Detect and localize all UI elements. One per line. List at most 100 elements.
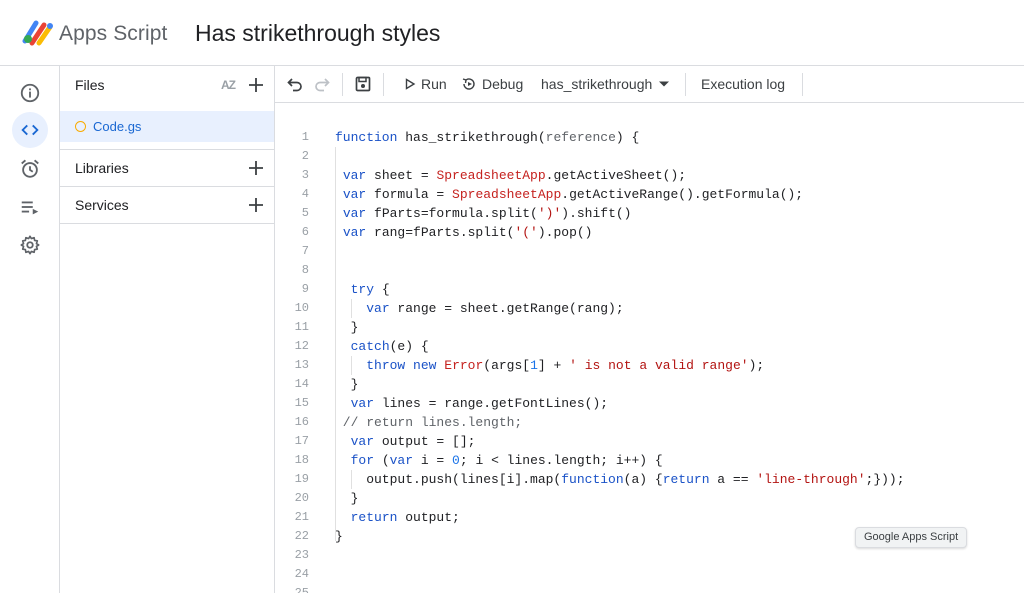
executions-icon <box>21 201 39 215</box>
app-header: Apps Script Has strikethrough styles <box>0 0 1024 66</box>
code-text: return output; <box>350 510 460 525</box>
toolbar-separator <box>342 73 343 96</box>
save-icon[interactable] <box>354 75 372 93</box>
code-line[interactable]: 13 throw new Error(args[1] + ' is not a … <box>275 356 1024 375</box>
line-number: 21 <box>294 510 309 524</box>
run-label: Run <box>421 76 447 92</box>
function-select-value: has_strikethrough <box>541 76 653 92</box>
libraries-section[interactable]: Libraries <box>60 149 275 186</box>
alarm-clock-icon <box>21 159 39 178</box>
apps-script-logo-icon[interactable] <box>22 19 54 47</box>
code-line[interactable]: 7 <box>275 242 1024 261</box>
line-number: 15 <box>294 396 309 410</box>
code-text: var output = []; <box>350 434 476 449</box>
code-line[interactable]: 4 var formula = SpreadsheetApp.getActive… <box>275 185 1024 204</box>
file-item-code-gs[interactable]: Code.gs <box>60 111 274 142</box>
line-number: 9 <box>301 282 309 296</box>
code-line[interactable]: 23 <box>275 546 1024 565</box>
line-number: 18 <box>294 453 309 467</box>
dropdown-arrow-icon <box>659 81 670 87</box>
tooltip: Google Apps Script <box>855 527 968 548</box>
code-line[interactable]: 6 var rang=fParts.split('(').pop() <box>275 223 1024 242</box>
line-number: 23 <box>294 548 309 562</box>
line-number: 1 <box>301 130 309 144</box>
undo-icon[interactable] <box>286 75 304 93</box>
code-line[interactable]: 25 <box>275 584 1024 593</box>
code-line[interactable]: 8 <box>275 261 1024 280</box>
add-service-icon[interactable] <box>247 196 265 214</box>
code-text: } <box>335 491 359 506</box>
gear-icon <box>20 235 40 255</box>
redo-icon[interactable] <box>313 75 331 93</box>
services-label: Services <box>75 196 129 213</box>
executions-button[interactable] <box>12 189 48 225</box>
code-line[interactable]: 21 return output; <box>275 508 1024 527</box>
code-line[interactable]: 15 var lines = range.getFontLines(); <box>275 394 1024 413</box>
code-line[interactable]: 11 } <box>275 318 1024 337</box>
add-library-icon[interactable] <box>247 159 265 177</box>
line-number: 25 <box>294 586 309 593</box>
files-panel: Files AZ Code.gs Libraries Services <box>60 66 275 593</box>
code-editor[interactable]: 1 function has_strikethrough(reference) {… <box>275 103 1024 593</box>
code-text: } <box>335 377 359 392</box>
code-text: for (var i = 0; i < lines.length; i++) { <box>350 453 663 468</box>
code-line[interactable]: 24 <box>275 565 1024 584</box>
code-line[interactable]: 10 var range = sheet.getRange(rang); <box>275 299 1024 318</box>
code-line[interactable]: 5 var fParts=formula.split(')').shift() <box>275 204 1024 223</box>
code-text: catch(e) { <box>350 339 429 354</box>
code-icon <box>21 124 39 136</box>
function-select[interactable]: has_strikethrough <box>541 76 670 92</box>
code-line[interactable]: 16 // return lines.length; <box>275 413 1024 432</box>
info-icon <box>20 83 40 103</box>
debug-label: Debug <box>482 76 524 92</box>
line-number: 3 <box>301 168 309 182</box>
triggers-button[interactable] <box>12 151 48 187</box>
code-line[interactable]: 17 var output = []; <box>275 432 1024 451</box>
code-text: function has_strikethrough(reference) { <box>335 130 640 145</box>
code-text: var fParts=formula.split(')').shift() <box>342 206 632 221</box>
libraries-label: Libraries <box>75 159 129 176</box>
code-text: // return lines.length; <box>335 415 523 430</box>
code-line[interactable]: 12 catch(e) { <box>275 337 1024 356</box>
left-nav-rail <box>0 66 60 593</box>
line-number: 4 <box>301 187 309 201</box>
run-button[interactable]: Run <box>404 76 447 92</box>
app-name[interactable]: Apps Script <box>59 22 167 46</box>
line-number: 10 <box>294 301 309 315</box>
add-file-icon[interactable] <box>247 76 265 94</box>
code-line[interactable]: 9 try { <box>275 280 1024 299</box>
code-text: var lines = range.getFontLines(); <box>350 396 609 411</box>
line-number: 13 <box>294 358 309 372</box>
execution-log-button[interactable]: Execution log <box>701 76 785 92</box>
line-number: 14 <box>294 377 309 391</box>
line-number: 17 <box>294 434 309 448</box>
debug-button[interactable]: Debug <box>462 76 523 92</box>
code-line[interactable]: 3 var sheet = SpreadsheetApp.getActiveSh… <box>275 166 1024 185</box>
toolbar-separator <box>383 73 384 96</box>
divider <box>60 223 275 224</box>
project-title[interactable]: Has strikethrough styles <box>195 20 440 47</box>
line-number: 11 <box>294 320 309 334</box>
code-text: var formula = SpreadsheetApp.getActiveRa… <box>342 187 804 202</box>
file-status-icon <box>75 121 86 132</box>
code-line[interactable]: 14 } <box>275 375 1024 394</box>
line-number: 5 <box>301 206 309 220</box>
line-number: 16 <box>294 415 309 429</box>
line-number: 6 <box>301 225 309 239</box>
services-section[interactable]: Services <box>60 186 275 223</box>
code-line[interactable]: 18 for (var i = 0; i < lines.length; i++… <box>275 451 1024 470</box>
overview-button[interactable] <box>12 75 48 111</box>
sort-files-button[interactable]: AZ <box>221 78 236 92</box>
code-line[interactable]: 19 output.push(lines[i].map(function(a) … <box>275 470 1024 489</box>
project-settings-button[interactable] <box>12 227 48 263</box>
line-number: 22 <box>294 529 309 543</box>
code-line[interactable]: 1 function has_strikethrough(reference) { <box>275 128 1024 147</box>
files-header: Files AZ <box>60 66 275 103</box>
file-name: Code.gs <box>93 119 142 134</box>
line-number: 19 <box>294 472 309 486</box>
code-line[interactable]: 2 <box>275 147 1024 166</box>
code-line[interactable]: 20 } <box>275 489 1024 508</box>
code-text: try { <box>350 282 390 297</box>
editor-button[interactable] <box>12 112 48 148</box>
line-number: 12 <box>294 339 309 353</box>
